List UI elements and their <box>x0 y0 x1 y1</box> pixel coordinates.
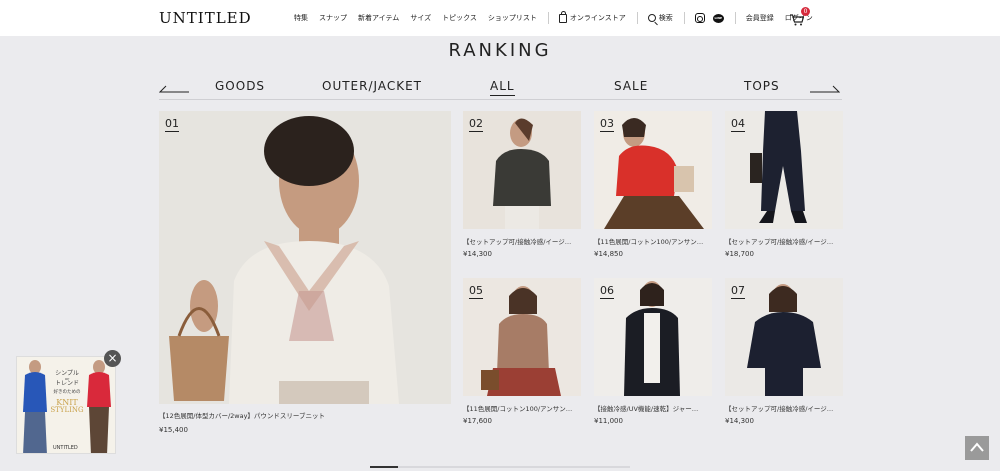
product-card-07[interactable]: 07 【セットアップ可/接触冷感/イージ… ¥14,300 <box>725 278 843 428</box>
tab-outer-jacket[interactable]: OUTER/JACKET <box>322 79 422 93</box>
rank-number: 04 <box>731 117 745 132</box>
nav-topics[interactable]: トピックス <box>442 13 477 23</box>
nav-shop-list[interactable]: ショップリスト <box>488 13 537 23</box>
product-card-04[interactable]: 04 【セットアップ可/接触冷感/イージ… ¥18,700 <box>725 111 843 261</box>
carousel-progress <box>370 466 630 468</box>
product-name[interactable]: 【11色展開/コットン100/アンサン… <box>594 236 712 246</box>
product-name[interactable]: 【接触冷感/UV機能/速乾】ジャー… <box>594 403 712 413</box>
page-top-button[interactable] <box>965 436 989 460</box>
instagram-icon[interactable] <box>694 13 705 23</box>
product-card-02[interactable]: 02 【セットアップ可/接触冷感/イージ… ¥14,300 <box>463 111 581 261</box>
cart-count-badge: 0 <box>801 7 810 16</box>
tab-tops[interactable]: TOPS <box>744 79 780 93</box>
tab-all[interactable]: ALL <box>490 79 515 96</box>
nav-divider <box>636 12 638 24</box>
product-name[interactable]: 【12色展開/体型カバー/2way】パウンドスリーブニット <box>159 410 451 420</box>
nav-feature[interactable]: 特集 <box>294 13 308 23</box>
shopping-bag-icon <box>558 10 567 23</box>
nav-divider <box>734 12 736 24</box>
nav-divider <box>683 12 685 24</box>
product-price: ¥18,700 <box>725 250 754 258</box>
rank-number: 06 <box>600 284 614 299</box>
banner-text: シンプル or トレンド 好きのための KNIT STYLING <box>47 370 87 414</box>
line-icon[interactable]: LINE <box>712 13 724 23</box>
product-image[interactable] <box>159 111 451 404</box>
register-link[interactable]: 会員登録 <box>746 13 774 23</box>
search-icon <box>647 14 656 22</box>
rank-number: 03 <box>600 117 614 132</box>
product-price: ¥17,600 <box>463 417 492 425</box>
product-card-06[interactable]: 06 【接触冷感/UV機能/速乾】ジャー… ¥11,000 <box>594 278 712 428</box>
banner-line-4: 好きのための <box>53 389 81 395</box>
product-card-05[interactable]: 05 【11色展開/コットン100/アンサン… ¥17,600 <box>463 278 581 428</box>
logo[interactable]: UNTITLED <box>159 9 252 27</box>
rank-number: 07 <box>731 284 745 299</box>
online-store-link[interactable]: オンラインストア <box>558 10 626 23</box>
banner-line-3: トレンド <box>54 380 79 388</box>
carousel-progress-bar <box>370 466 398 468</box>
nav-size[interactable]: サイズ <box>410 13 431 23</box>
chevron-up-icon <box>970 442 984 452</box>
rank-number: 01 <box>165 117 179 132</box>
arrow-right-icon[interactable] <box>810 85 840 93</box>
product-card-03[interactable]: 03 【11色展開/コットン100/アンサン… ¥14,850 <box>594 111 712 261</box>
product-price: ¥14,300 <box>463 250 492 258</box>
arrow-left-icon[interactable] <box>159 85 189 93</box>
nav-new-items[interactable]: 新着アイテム <box>358 13 399 23</box>
product-price: ¥14,300 <box>725 417 754 425</box>
ranking-title: RANKING <box>448 40 552 61</box>
tab-goods[interactable]: GOODS <box>215 79 265 93</box>
product-name[interactable]: 【11色展開/コットン100/アンサン… <box>463 403 581 413</box>
nav-divider <box>547 12 549 24</box>
product-price: ¥14,850 <box>594 250 623 258</box>
search-link[interactable]: 検索 <box>647 13 673 23</box>
online-store-label: オンラインストア <box>569 14 626 22</box>
product-name[interactable]: 【セットアップ可/接触冷感/イージ… <box>725 236 843 246</box>
knit-styling-banner[interactable]: シンプル or トレンド 好きのための KNIT STYLING UNTITLE… <box>16 356 116 454</box>
search-label: 検索 <box>658 14 673 22</box>
product-name[interactable]: 【セットアップ可/接触冷感/イージ… <box>725 403 843 413</box>
close-icon[interactable]: × <box>104 350 121 367</box>
site-header: UNTITLED 特集 スナップ 新着アイテム サイズ トピックス ショップリス… <box>0 0 1000 36</box>
rank-number: 05 <box>469 284 483 299</box>
product-card-01[interactable]: 01 【12色展開/体型カバー/2way】パウンドスリーブニット ¥15,400 <box>159 111 451 441</box>
global-nav: 特集 スナップ 新着アイテム サイズ トピックス ショップリスト オンラインスト… <box>294 10 824 24</box>
nav-snap[interactable]: スナップ <box>319 13 347 23</box>
product-price: ¥11,000 <box>594 417 623 425</box>
product-price: ¥15,400 <box>159 426 188 434</box>
rank-number: 02 <box>469 117 483 132</box>
cart-icon <box>790 14 805 26</box>
banner-line-6: STYLING <box>50 405 84 414</box>
banner-brand: UNTITLED <box>53 445 78 451</box>
ranking-tabs: GOODS OUTER/JACKET ALL SALE TOPS <box>159 74 842 100</box>
product-name[interactable]: 【セットアップ可/接触冷感/イージ… <box>463 236 581 246</box>
tab-sale[interactable]: SALE <box>614 79 648 93</box>
